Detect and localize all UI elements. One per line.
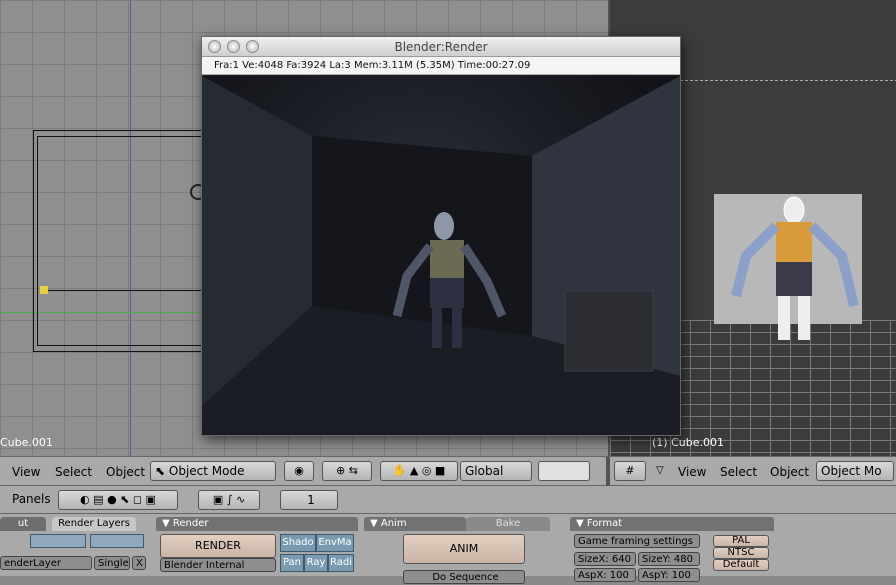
- buttons-window-header: Panels ◐ ▤ ● ⬉ ◻ ▣ ▣ ∫ ∿ 1: [0, 486, 896, 514]
- size-y-field[interactable]: SizeY: 480: [638, 552, 700, 566]
- mode-label: Object Mode: [168, 464, 245, 478]
- tab-bake[interactable]: Bake: [466, 517, 550, 531]
- object-label-right: (1) Cube.001: [652, 436, 724, 449]
- character-model: [731, 196, 859, 340]
- anim-button[interactable]: ANIM: [403, 534, 525, 564]
- view-menu-right[interactable]: View: [678, 465, 706, 479]
- object-label-left: Cube.001: [0, 436, 53, 449]
- default-preset-button[interactable]: Default: [713, 559, 769, 571]
- camera-icon[interactable]: [40, 286, 48, 294]
- render-window-title: Blender:Render: [394, 40, 488, 54]
- game-framing-button[interactable]: Game framing settings: [574, 534, 700, 548]
- viewport-header: View Select Object ⬉ Object Mode ◉ ⊕ ⇆ ✋…: [0, 456, 896, 487]
- envmap-toggle[interactable]: EnvMa: [316, 534, 354, 552]
- do-sequence-toggle[interactable]: Do Sequence: [403, 570, 525, 584]
- render-engine-dropdown[interactable]: Blender Internal: [160, 558, 276, 572]
- ntsc-preset-button[interactable]: NTSC: [713, 547, 769, 559]
- asp-x-field[interactable]: AspX: 100: [574, 568, 636, 582]
- minimize-window-button[interactable]: [227, 40, 240, 53]
- tab-render-layers[interactable]: Render Layers: [52, 517, 136, 531]
- render-button[interactable]: RENDER: [160, 534, 276, 558]
- mode-dropdown[interactable]: ⬉ Object Mode: [150, 461, 276, 481]
- format-panel-title: Format: [586, 518, 623, 529]
- header-separator: [606, 457, 610, 487]
- mode-dropdown-right[interactable]: Object Mo: [816, 461, 894, 481]
- render-panel-header[interactable]: ▼ Render: [156, 517, 358, 531]
- object-menu-right[interactable]: Object: [770, 465, 809, 479]
- frame-value: 1: [307, 493, 315, 507]
- render-output-image: [202, 76, 680, 435]
- render-info-bar: Fra:1 Ve:4048 Fa:3924 La:3 Mem:3.11M (5.…: [202, 57, 680, 75]
- render-titlebar[interactable]: Blender:Render: [202, 37, 680, 57]
- close-x-button[interactable]: X: [132, 556, 146, 570]
- render-layer-name[interactable]: enderLayer: [0, 556, 92, 570]
- panels-label: Panels: [12, 492, 51, 506]
- render-scene: [202, 76, 680, 435]
- orientation-label: Global: [465, 464, 504, 478]
- format-panel-header[interactable]: ▼ Format: [570, 517, 774, 531]
- collapse-arrow-icon[interactable]: ▽: [656, 465, 664, 476]
- render-subcontext-icons[interactable]: ▣ ∫ ∿: [198, 490, 260, 510]
- ray-toggle[interactable]: Ray: [304, 554, 328, 572]
- object-menu[interactable]: Object: [106, 465, 145, 479]
- tab-output[interactable]: ut: [0, 517, 46, 531]
- frame-field[interactable]: 1: [280, 490, 338, 510]
- render-window[interactable]: Blender:Render Fra:1 Ve:4048 Fa:3924 La:…: [201, 36, 681, 436]
- layer-grid-b[interactable]: [90, 534, 144, 548]
- shadow-toggle[interactable]: Shado: [280, 534, 316, 552]
- close-window-button[interactable]: [208, 40, 221, 53]
- mode-label-right: Object Mo: [821, 464, 882, 478]
- select-menu[interactable]: Select: [55, 465, 92, 479]
- select-menu-right[interactable]: Select: [720, 465, 757, 479]
- asp-y-field[interactable]: AspY: 100: [638, 568, 700, 582]
- context-icons[interactable]: ◐ ▤ ● ⬉ ◻ ▣: [58, 490, 178, 510]
- layer-grid-a[interactable]: [30, 534, 86, 548]
- render-panel-title: Render: [172, 518, 209, 529]
- anim-panel-title: Anim: [380, 518, 407, 529]
- anim-panel-header[interactable]: ▼ Anim: [364, 517, 466, 531]
- pivot-icon[interactable]: ⊕ ⇆: [322, 461, 372, 481]
- single-toggle[interactable]: Single: [94, 556, 130, 570]
- orientation-dropdown[interactable]: Global: [460, 461, 532, 481]
- radio-toggle[interactable]: Radi: [328, 554, 354, 572]
- view-menu[interactable]: View: [12, 465, 40, 479]
- zoom-window-button[interactable]: [246, 40, 259, 53]
- manipulator-icons[interactable]: ✋ ▲ ◎ ■: [380, 461, 458, 481]
- layer-buttons[interactable]: [538, 461, 590, 481]
- grid-icon[interactable]: #: [614, 461, 646, 481]
- draw-type-icon[interactable]: ◉: [284, 461, 314, 481]
- pano-toggle[interactable]: Pan: [280, 554, 304, 572]
- size-x-field[interactable]: SizeX: 640: [574, 552, 636, 566]
- pal-preset-button[interactable]: PAL: [713, 535, 769, 547]
- mode-icon: ⬉: [155, 464, 166, 478]
- properties-area: ut Render Layers enderLayer Single X ▼ R…: [0, 514, 896, 584]
